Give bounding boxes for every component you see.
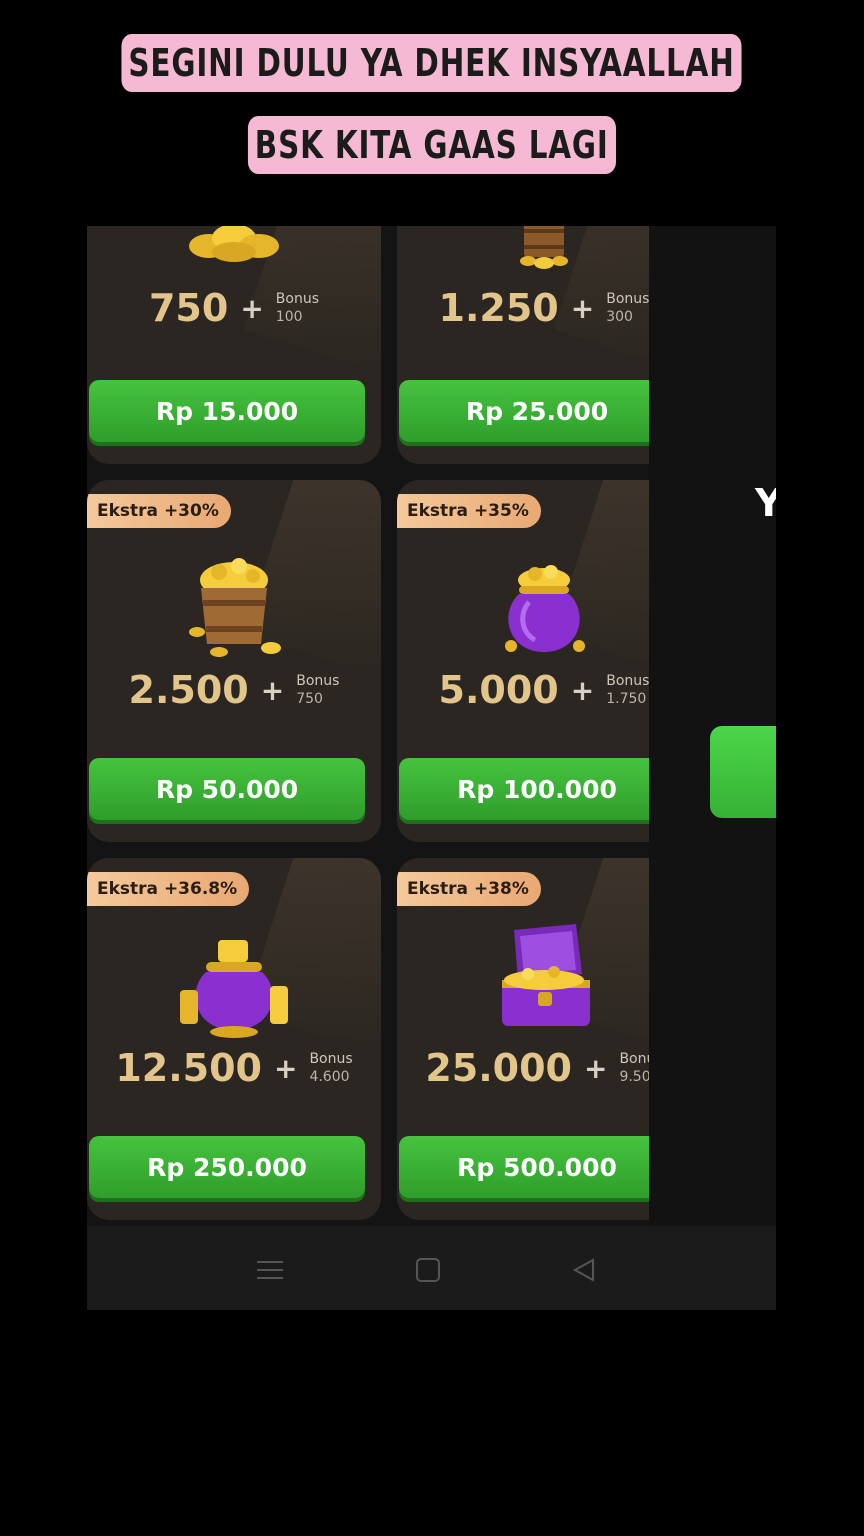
plus-sign: + <box>570 673 595 707</box>
plus-sign: + <box>583 1051 608 1085</box>
coin-amount: 1.250 <box>438 286 559 330</box>
caption-line-1: SEGINI DULU YA DHEK INSYAALLAH <box>0 34 864 92</box>
package-card[interactable]: Ekstra +35% 5.000 + Bonus 1.750 Rp 100.0… <box>397 480 649 842</box>
side-panel-button[interactable] <box>710 726 776 818</box>
phone-screen: 750 + Bonus 100 Rp 15.000 1.250 + Bonus … <box>87 226 776 1310</box>
home-square-icon[interactable] <box>408 1250 448 1290</box>
coin-amount: 750 <box>148 286 229 330</box>
treasure-chest-icon <box>397 920 649 1040</box>
coin-bucket-icon <box>87 552 381 662</box>
plus-sign: + <box>260 673 285 707</box>
extra-badge: Ekstra +38% <box>397 872 541 906</box>
extra-badge: Ekstra +36.8% <box>87 872 250 906</box>
package-card[interactable]: 750 + Bonus 100 Rp 15.000 <box>87 226 381 464</box>
coin-amount-row: 750 + Bonus 100 <box>87 286 381 330</box>
coin-amount: 5.000 <box>438 668 559 712</box>
extra-badge: Ekstra +30% <box>87 494 231 528</box>
coin-amount-row: 12.500 + Bonus 4.600 <box>87 1046 381 1090</box>
package-card[interactable]: Ekstra +36.8% 12.500 + Bonus 4.600 Rp 25… <box>87 858 381 1220</box>
bonus-info: Bonus 750 <box>296 673 340 707</box>
buy-button[interactable]: Rp 50.000 <box>89 758 365 820</box>
back-triangle-icon[interactable] <box>564 1250 604 1290</box>
coin-amount-row: 5.000 + Bonus 1.750 <box>397 668 649 712</box>
buy-button[interactable]: Rp 25.000 <box>399 380 649 442</box>
bonus-info: Bonus 1.750 <box>606 673 649 707</box>
package-card[interactable]: Ekstra +30% 2.500 + Bonus 750 Rp 50.000 <box>87 480 381 842</box>
plus-sign: + <box>273 1051 298 1085</box>
coin-pile-icon <box>87 226 381 266</box>
package-card[interactable]: Ekstra +38% 25.000 + Bonus 9 <box>397 858 649 1220</box>
caption-line-2: BSK KITA GAAS LAGI <box>0 116 864 174</box>
menu-icon[interactable] <box>250 1250 290 1290</box>
plus-sign: + <box>240 291 264 325</box>
coin-package-grid: 750 + Bonus 100 Rp 15.000 1.250 + Bonus … <box>87 226 649 1226</box>
coin-amount: 12.500 <box>115 1046 262 1090</box>
coin-bag-icon <box>397 552 649 662</box>
buy-button[interactable]: Rp 15.000 <box>89 380 365 442</box>
buy-button[interactable]: Rp 100.000 <box>399 758 649 820</box>
extra-badge: Ekstra +35% <box>397 494 541 528</box>
side-panel-text: Y <box>755 481 776 525</box>
coin-amount: 25.000 <box>425 1046 572 1090</box>
bonus-info: Bonus 300 <box>606 291 649 325</box>
bonus-info: Bonus 9.50 <box>619 1051 649 1085</box>
coin-amount-row: 1.250 + Bonus 300 <box>397 286 649 330</box>
plus-sign: + <box>570 291 595 325</box>
coin-amount-row: 2.500 + Bonus 750 <box>87 668 381 712</box>
buy-button[interactable]: Rp 500.000 <box>399 1136 649 1198</box>
buy-button[interactable]: Rp 250.000 <box>89 1136 365 1198</box>
coin-bucket-icon <box>397 226 649 271</box>
bonus-info: Bonus 100 <box>275 291 319 325</box>
package-card[interactable]: 1.250 + Bonus 300 Rp 25.000 <box>397 226 649 464</box>
coin-bag-icon <box>87 930 381 1040</box>
system-navbar <box>87 1226 776 1310</box>
coin-amount: 2.500 <box>128 668 249 712</box>
coin-amount-row: 25.000 + Bonus 9.50 <box>397 1046 649 1090</box>
bonus-info: Bonus 4.600 <box>309 1051 353 1085</box>
